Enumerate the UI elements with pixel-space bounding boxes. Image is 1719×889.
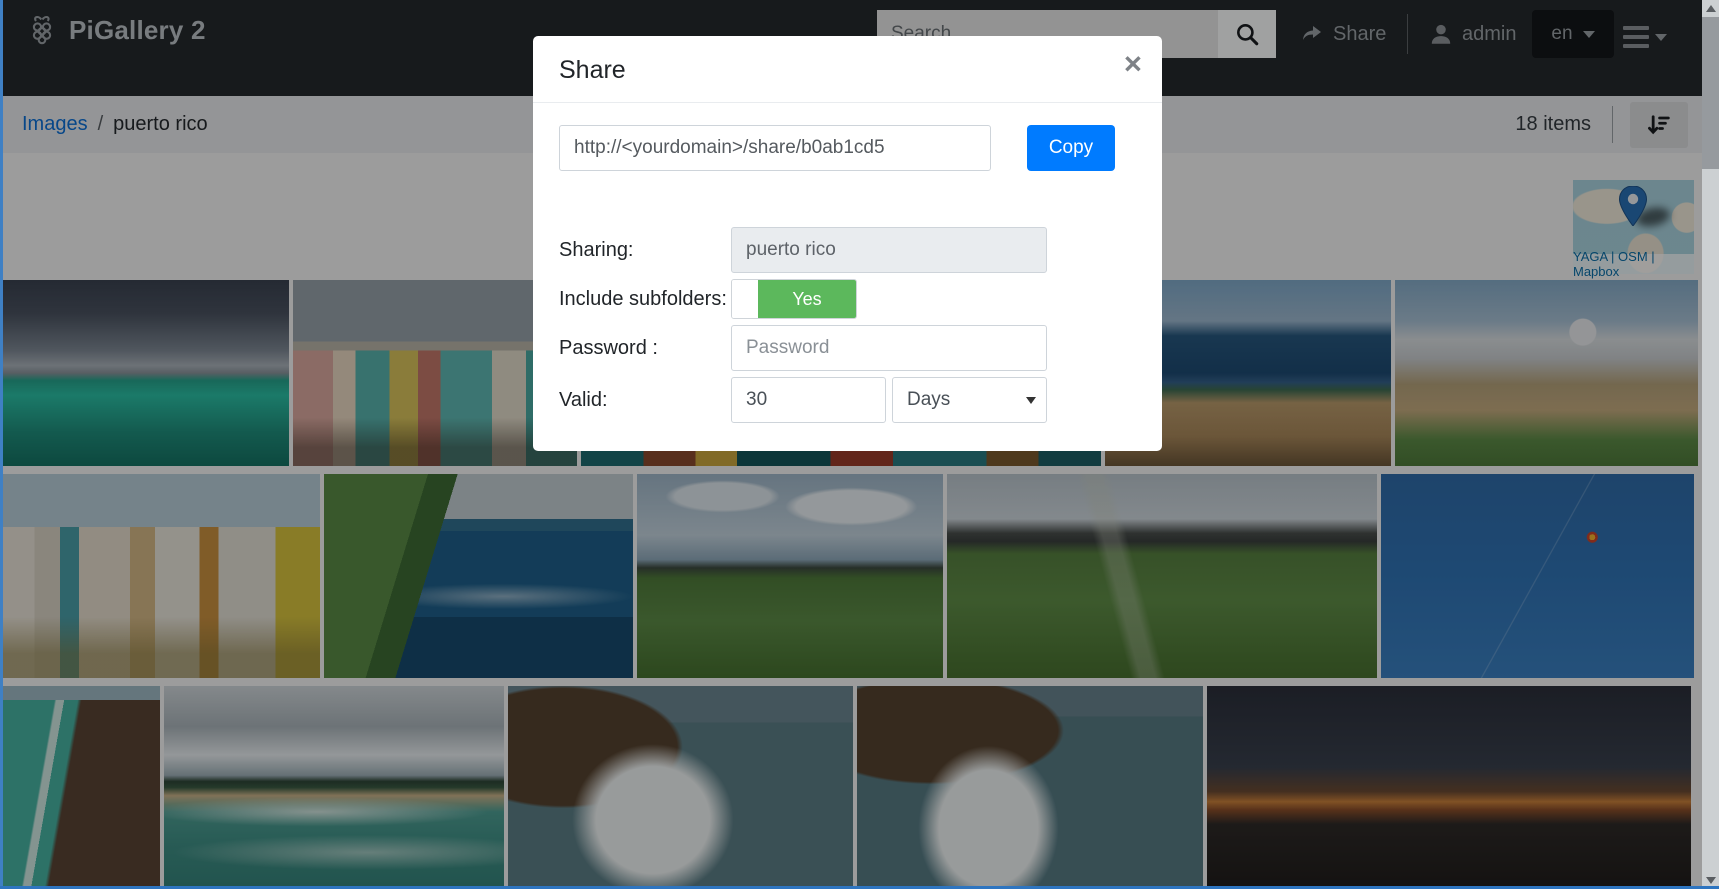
scrollbar-thumb[interactable] — [1702, 17, 1719, 169]
scrollbar[interactable] — [1702, 0, 1719, 889]
valid-row: Valid: Days — [559, 377, 1136, 423]
sharing-label: Sharing: — [559, 239, 731, 262]
subfolders-toggle[interactable]: Yes — [731, 279, 857, 319]
select-arrow-icon — [1026, 397, 1036, 404]
valid-label: Valid: — [559, 389, 731, 412]
subfolders-label: Include subfolders: — [559, 288, 731, 311]
share-dialog-title: Share — [559, 56, 626, 84]
share-dialog: Share × Copy Sharing: Include subfolders… — [533, 36, 1162, 451]
valid-amount-input[interactable] — [731, 377, 886, 423]
password-row: Password : — [559, 325, 1136, 371]
window-edge-left — [0, 0, 3, 889]
subfolders-row: Include subfolders: Yes — [559, 279, 1136, 319]
close-button[interactable]: × — [1124, 48, 1142, 79]
share-url-input[interactable] — [559, 125, 991, 171]
share-dialog-header: Share × — [533, 36, 1162, 103]
sharing-value-input — [731, 227, 1047, 273]
toggle-on-segment: Yes — [758, 280, 856, 318]
copy-button[interactable]: Copy — [1027, 125, 1115, 171]
valid-unit-value: Days — [907, 389, 950, 411]
password-input[interactable] — [731, 325, 1047, 371]
scrollbar-up-arrow[interactable] — [1702, 0, 1719, 17]
share-dialog-body: Copy Sharing: Include subfolders: Yes — [533, 103, 1162, 451]
password-label: Password : — [559, 337, 731, 360]
sharing-row: Sharing: — [559, 227, 1136, 273]
app-window: PiGallery 2 Share admin en — [0, 0, 1719, 889]
toggle-off-segment — [732, 280, 758, 318]
share-url-row: Copy — [559, 125, 1136, 171]
valid-unit-select[interactable]: Days — [892, 377, 1047, 423]
